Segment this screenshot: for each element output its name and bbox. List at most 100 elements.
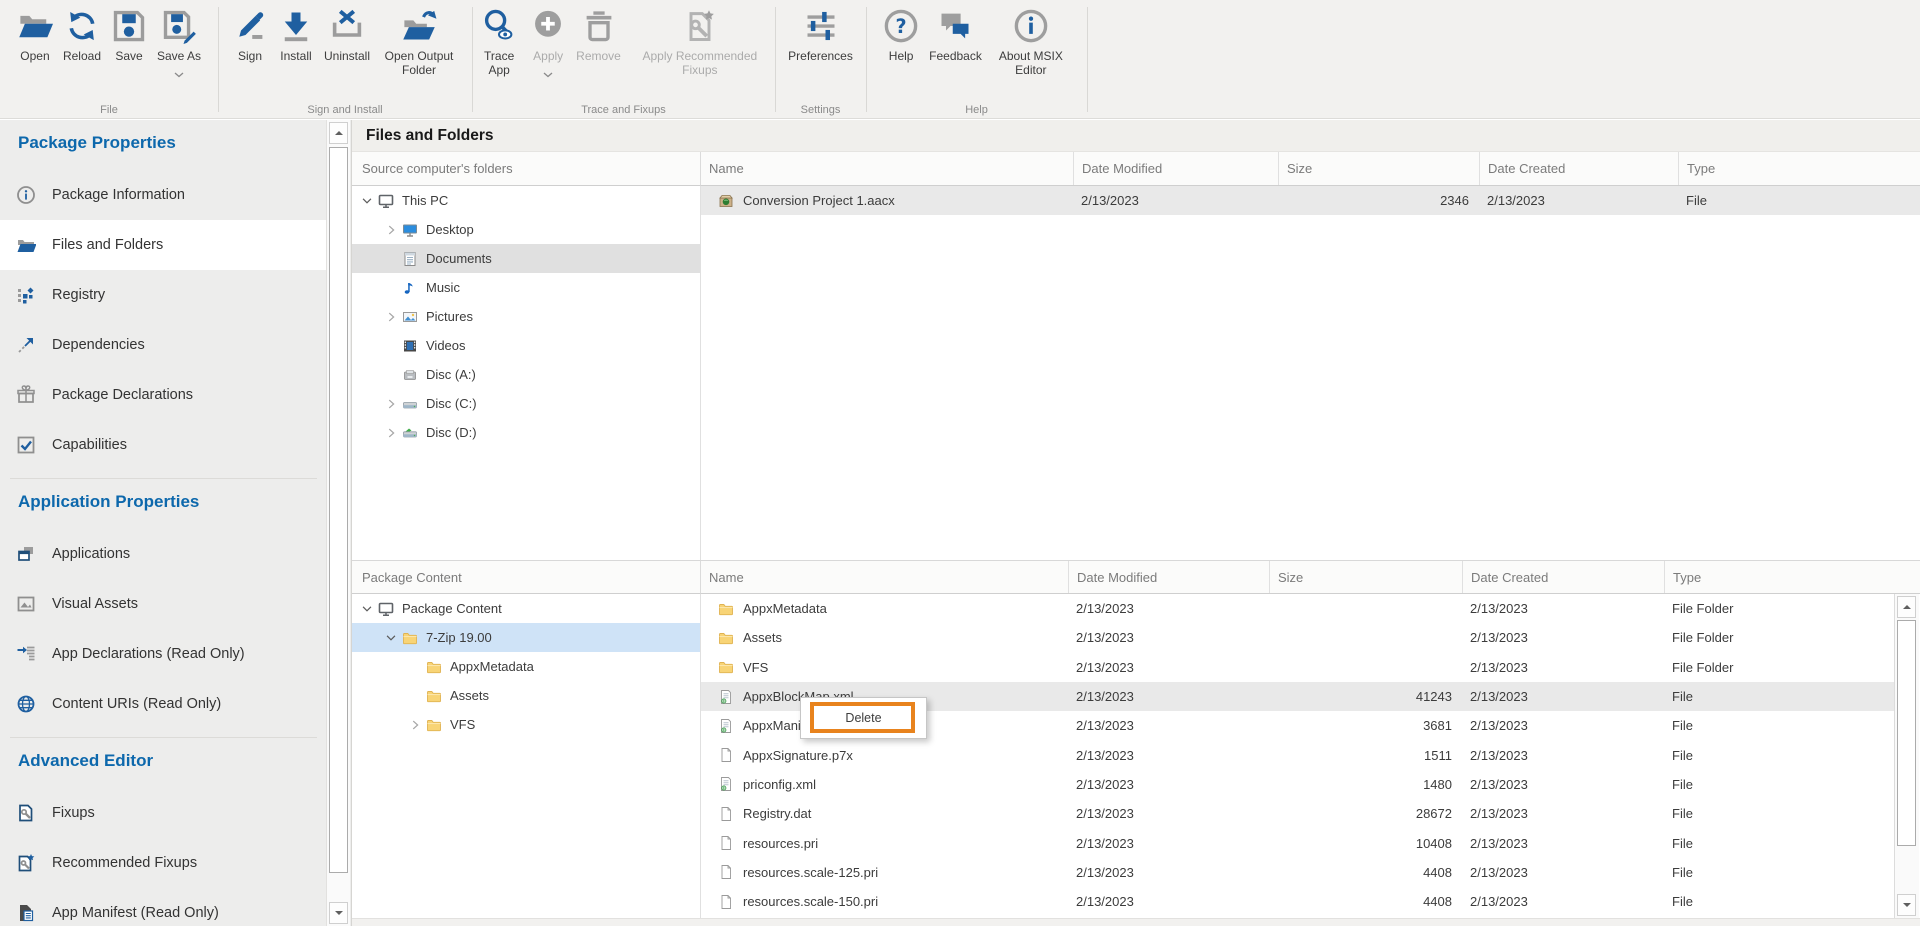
column-header-name[interactable]: Name <box>701 561 1068 593</box>
source-tree-item-disc-a[interactable]: Disc (A:) <box>352 360 700 389</box>
source-tree-item-this-pc[interactable]: This PC <box>352 186 700 215</box>
source-tree-item-music[interactable]: Music <box>352 273 700 302</box>
package-list-scrollbar[interactable] <box>1894 594 1919 918</box>
column-header-size[interactable]: Size <box>1278 152 1479 185</box>
folder-icon <box>426 659 442 675</box>
column-header-type[interactable]: Type <box>1678 152 1920 185</box>
sidebar-item-dependencies[interactable]: Dependencies <box>0 320 327 370</box>
chevron-right-icon[interactable] <box>382 425 400 441</box>
ribbon-separator <box>1087 7 1088 112</box>
type-cell: File <box>1664 748 1894 763</box>
save-as-button[interactable]: Save As <box>152 8 206 83</box>
sidebar-item-registry[interactable]: Registry <box>0 270 327 320</box>
horizontal-scrollbar-strip[interactable] <box>352 918 1920 926</box>
apply-button[interactable]: Apply <box>525 8 571 83</box>
reload-button[interactable]: Reload <box>58 8 106 63</box>
this-pc-icon <box>378 193 394 209</box>
sidebar-item-capabilities[interactable]: Capabilities <box>0 420 327 470</box>
remove-button[interactable]: Remove <box>571 8 626 63</box>
ribbon-separator <box>472 7 473 112</box>
package-tree-item-appxmetadata[interactable]: AppxMetadata <box>352 652 700 681</box>
sidebar-item-recommended-fixups[interactable]: Recommended Fixups <box>0 838 327 888</box>
dropdown-chevron-icon <box>543 65 553 83</box>
package-tree-item-7-zip-19-00[interactable]: 7-Zip 19.00 <box>352 623 700 652</box>
column-header-date-created[interactable]: Date Created <box>1479 152 1678 185</box>
context-menu-item-delete[interactable]: Delete <box>801 698 926 738</box>
uninstall-button[interactable]: Uninstall <box>319 8 375 63</box>
sidebar-item-package-information[interactable]: Package Information <box>0 170 327 220</box>
sidebar-item-files-and-folders[interactable]: Files and Folders <box>0 220 327 270</box>
sign-button[interactable]: Sign <box>227 8 273 63</box>
chevron-down-icon[interactable] <box>382 630 400 646</box>
chevron-down-icon[interactable] <box>358 193 376 209</box>
package-tree-item-assets[interactable]: Assets <box>352 681 700 710</box>
source-tree-item-pictures[interactable]: Pictures <box>352 302 700 331</box>
preferences-button[interactable]: Preferences <box>781 8 861 63</box>
file-row-appxsignature-p7x[interactable]: AppxSignature.p7x2/13/202315112/13/2023F… <box>701 740 1894 769</box>
sidebar-item-app-manifest-read-only[interactable]: App Manifest (Read Only) <box>0 888 327 926</box>
scroll-down-icon <box>334 910 344 916</box>
trace-app-button[interactable]: Trace App <box>473 8 525 77</box>
ribbon-group-label: File <box>0 104 218 116</box>
file-row-resources-scale-125-pri[interactable]: resources.scale-125.pri2/13/202344082/13… <box>701 858 1894 887</box>
chevron-right-icon[interactable] <box>406 717 424 733</box>
source-tree-item-disc-d[interactable]: Disc (D:) <box>352 418 700 447</box>
scrollbar-thumb[interactable] <box>1897 620 1916 846</box>
apply-plus-icon <box>530 8 566 44</box>
source-tree-item-disc-c[interactable]: Disc (C:) <box>352 389 700 418</box>
source-tree-item-documents[interactable]: Documents <box>352 244 700 273</box>
sidebar-item-applications[interactable]: Applications <box>0 529 327 579</box>
sidebar-item-content-uris-read-only[interactable]: Content URIs (Read Only) <box>0 679 327 729</box>
scroll-up-button[interactable] <box>329 122 348 144</box>
chevron-right-icon[interactable] <box>382 309 400 325</box>
file-row-appxmetadata[interactable]: AppxMetadata2/13/20232/13/2023File Folde… <box>701 594 1894 623</box>
scrollbar-thumb[interactable] <box>329 147 348 873</box>
sidebar-item-fixups[interactable]: Fixups <box>0 788 327 838</box>
scroll-down-button[interactable] <box>1897 894 1916 916</box>
file-row-conversion-project-1-aacx[interactable]: Conversion Project 1.aacx2/13/202323462/… <box>701 186 1920 215</box>
file-row-priconfig-xml[interactable]: priconfig.xml2/13/202314802/13/2023File <box>701 770 1894 799</box>
chevron-right-icon[interactable] <box>382 396 400 412</box>
open-button[interactable]: Open <box>12 8 58 63</box>
column-header-type[interactable]: Type <box>1664 561 1920 593</box>
column-header-name[interactable]: Name <box>701 152 1073 185</box>
file-name-label: resources.pri <box>743 836 818 851</box>
ribbon-group-buttons: Trace App Apply RemoveApply Recommended Fi… <box>472 0 775 83</box>
source-tree-item-videos[interactable]: Videos <box>352 331 700 360</box>
date-created-cell: 2/13/2023 <box>1462 748 1664 763</box>
install-button[interactable]: Install <box>273 8 319 63</box>
button-label: Apply <box>533 49 563 63</box>
folder-icon <box>718 630 734 646</box>
file-row-resources-pri[interactable]: resources.pri2/13/2023104082/13/2023File <box>701 828 1894 857</box>
column-header-size[interactable]: Size <box>1269 561 1462 593</box>
column-header-date-created[interactable]: Date Created <box>1462 561 1664 593</box>
about-msix-editor-button[interactable]: About MSIX Editor <box>987 8 1075 77</box>
file-row-vfs[interactable]: VFS2/13/20232/13/2023File Folder <box>701 653 1894 682</box>
sidebar-item-package-declarations[interactable]: Package Declarations <box>0 370 327 420</box>
feedback-button[interactable]: Feedback <box>924 8 987 63</box>
file-row-assets[interactable]: Assets2/13/20232/13/2023File Folder <box>701 623 1894 652</box>
open-output-folder-button[interactable]: Open Output Folder <box>375 8 463 77</box>
package-tree-item-package-content[interactable]: Package Content <box>352 594 700 623</box>
sidebar-item-visual-assets[interactable]: Visual Assets <box>0 579 327 629</box>
help-button[interactable]: ?Help <box>878 8 924 63</box>
sidebar-item-app-declarations-read-only[interactable]: App Declarations (Read Only) <box>0 629 327 679</box>
scroll-up-button[interactable] <box>1897 596 1916 618</box>
apply-recommended-fixups-button[interactable]: Apply Recommended Fixups <box>626 8 774 77</box>
button-label: Trace App <box>478 49 520 77</box>
sidebar-scrollbar[interactable] <box>326 120 350 926</box>
folder-icon <box>402 630 418 646</box>
package-tree-item-vfs[interactable]: VFS <box>352 710 700 739</box>
info-circle-icon <box>16 185 36 205</box>
file-row-resources-scale-150-pri[interactable]: resources.scale-150.pri2/13/202344082/13… <box>701 887 1894 916</box>
save-button[interactable]: Save <box>106 8 152 63</box>
column-header-date-modified[interactable]: Date Modified <box>1068 561 1269 593</box>
file-row-registry-dat[interactable]: Registry.dat2/13/2023286722/13/2023File <box>701 799 1894 828</box>
ribbon-group-sign-and-install: SignInstallUninstallOpen Output FolderSi… <box>218 0 472 119</box>
scroll-down-button[interactable] <box>329 902 348 924</box>
folder-icon <box>426 717 442 733</box>
source-tree-item-desktop[interactable]: Desktop <box>352 215 700 244</box>
column-header-date-modified[interactable]: Date Modified <box>1073 152 1278 185</box>
chevron-down-icon[interactable] <box>358 601 376 617</box>
chevron-right-icon[interactable] <box>382 222 400 238</box>
